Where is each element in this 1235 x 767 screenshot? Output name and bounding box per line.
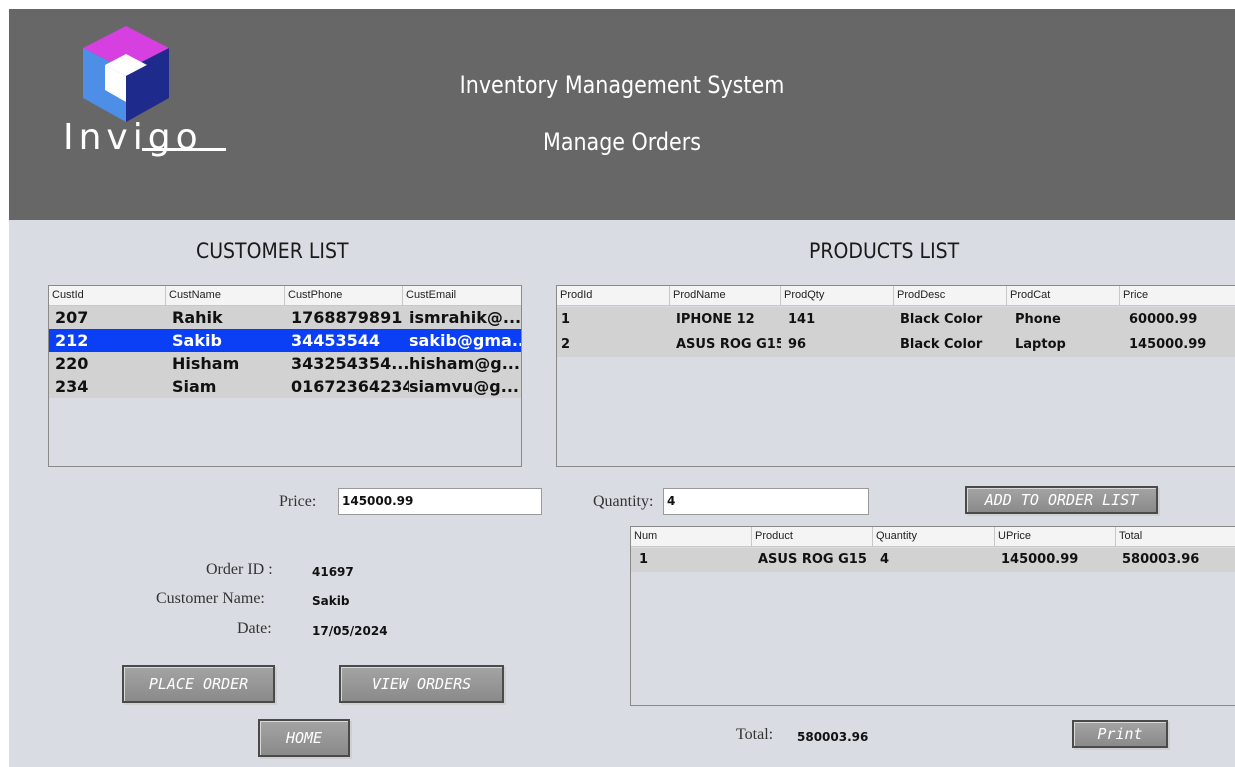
customer-row-cell-custemail: siamvu@g... (409, 377, 519, 396)
place-order-button[interactable]: PLACE ORDER (122, 665, 275, 703)
customer-row-cell-custname: Rahik (172, 308, 223, 327)
customer-row-cell-custemail: sakib@gma... (409, 331, 521, 350)
products-table[interactable]: ProdId ProdName ProdQty ProdDesc ProdCat… (556, 285, 1235, 467)
price-label: Price: (279, 493, 317, 510)
customer-row-cell-custid: 212 (55, 331, 89, 350)
product-row[interactable]: 2 ASUS ROG G15 96 Black Color Laptop 145000.9… (557, 332, 1235, 357)
customer-row-cell-custphone: 1768879891 (291, 308, 403, 327)
order-row-cell-product: ASUS ROG G15 (758, 552, 867, 567)
column-header-num[interactable]: Num (631, 527, 752, 546)
order-row-cell-num: 1 (639, 552, 649, 567)
order-row-cell-total: 580003.96 (1122, 552, 1200, 567)
date-label: Date: (237, 620, 272, 637)
customer-row[interactable]: 207 Rahik 1768879891 ismrahik@... (49, 306, 521, 329)
app-title: Inventory Management System (459, 71, 785, 99)
product-row-cell-price: 60000.99 (1129, 312, 1198, 327)
product-row-cell-prodid: 2 (561, 337, 571, 352)
product-row-cell-prodid: 1 (561, 312, 571, 327)
customer-row-cell-custname: Sakib (172, 331, 222, 350)
total-label: Total: (736, 726, 774, 743)
products-table-header: ProdId ProdName ProdQty ProdDesc ProdCat… (557, 286, 1235, 306)
column-header-custphone[interactable]: CustPhone (285, 286, 403, 305)
column-header-total[interactable]: Total (1116, 527, 1235, 546)
total-value: 580003.96 (797, 730, 869, 744)
customer-row-cell-custphone: 01672364234 (291, 377, 409, 396)
products-list-title: PRODUCTS LIST (809, 239, 960, 263)
column-header-uprice[interactable]: UPrice (995, 527, 1116, 546)
order-row-cell-uprice: 145000.99 (1001, 552, 1079, 567)
customer-row-cell-custname: Hisham (172, 354, 240, 373)
customer-row-cell-custid: 220 (55, 354, 89, 373)
order-id-label: Order ID : (206, 561, 273, 578)
column-header-price[interactable]: Price (1120, 286, 1235, 305)
product-row-cell-proddesc: Black Color (900, 312, 983, 327)
order-id-value: 41697 (312, 565, 354, 579)
product-row[interactable]: 1 IPHONE 12 141 Black Color Phone 60000.99 (557, 307, 1235, 332)
customer-row-cell-custid: 234 (55, 377, 89, 396)
view-orders-button[interactable]: VIEW ORDERS (339, 665, 504, 703)
header-banner: Invigo Inventory Management System Manag… (9, 9, 1235, 220)
customer-table[interactable]: CustId CustName CustPhone CustEmail 207 R… (48, 285, 522, 467)
customer-table-header: CustId CustName CustPhone CustEmail (49, 286, 521, 306)
column-header-prodqty[interactable]: ProdQty (781, 286, 894, 305)
customer-row-cell-custid: 207 (55, 308, 89, 327)
quantity-label: Quantity: (593, 493, 654, 510)
column-header-custemail[interactable]: CustEmail (403, 286, 521, 305)
customer-name-value: Sakib (312, 594, 350, 608)
order-row[interactable]: 1 ASUS ROG G15 4 145000.99 580003.96 (631, 548, 1235, 572)
price-input[interactable]: 145000.99 (338, 488, 542, 515)
print-button[interactable]: Print (1072, 720, 1168, 748)
product-row-cell-prodcat: Phone (1015, 312, 1061, 327)
column-header-prodid[interactable]: ProdId (557, 286, 670, 305)
customer-list-title: CUSTOMER LIST (196, 239, 349, 263)
column-header-prodname[interactable]: ProdName (670, 286, 781, 305)
column-header-custid[interactable]: CustId (49, 286, 166, 305)
column-header-prodcat[interactable]: ProdCat (1007, 286, 1120, 305)
add-to-order-list-button[interactable]: ADD TO ORDER LIST (965, 486, 1158, 514)
customer-row-cell-custname: Siam (172, 377, 217, 396)
quantity-input[interactable]: 4 (663, 488, 869, 515)
customer-row[interactable]: 212 Sakib 34453544 sakib@gma... (49, 329, 521, 352)
customer-row[interactable]: 220 Hisham 343254354... hisham@g... (49, 352, 521, 375)
page-title: Manage Orders (543, 128, 701, 156)
customer-row-cell-custemail: hisham@g... (409, 354, 520, 373)
product-row-cell-prodcat: Laptop (1015, 337, 1066, 352)
column-header-proddesc[interactable]: ProdDesc (894, 286, 1007, 305)
order-list-table[interactable]: Num Product Quantity UPrice Total 1 ASUS … (630, 526, 1235, 706)
column-header-custname[interactable]: CustName (166, 286, 285, 305)
customer-name-label: Customer Name: (156, 590, 265, 607)
order-row-cell-quantity: 4 (880, 552, 890, 567)
product-row-cell-prodname: ASUS ROG G15 (676, 337, 781, 352)
customer-row-cell-custphone: 34453544 (291, 331, 381, 350)
product-row-cell-price: 145000.99 (1129, 337, 1207, 352)
customer-row[interactable]: 234 Siam 01672364234 siamvu@g... (49, 375, 521, 398)
column-header-quantity[interactable]: Quantity (873, 527, 995, 546)
date-value: 17/05/2024 (312, 624, 388, 638)
product-row-cell-prodqty: 96 (788, 337, 807, 352)
home-button[interactable]: HOME (258, 719, 350, 757)
product-row-cell-prodname: IPHONE 12 (676, 312, 755, 327)
product-row-cell-prodqty: 141 (788, 312, 816, 327)
order-table-header: Num Product Quantity UPrice Total (631, 527, 1235, 547)
customer-row-cell-custemail: ismrahik@... (409, 308, 521, 327)
app-window: Invigo Inventory Management System Manag… (9, 9, 1235, 767)
product-row-cell-proddesc: Black Color (900, 337, 983, 352)
customer-row-cell-custphone: 343254354... (291, 354, 409, 373)
column-header-product[interactable]: Product (752, 527, 873, 546)
